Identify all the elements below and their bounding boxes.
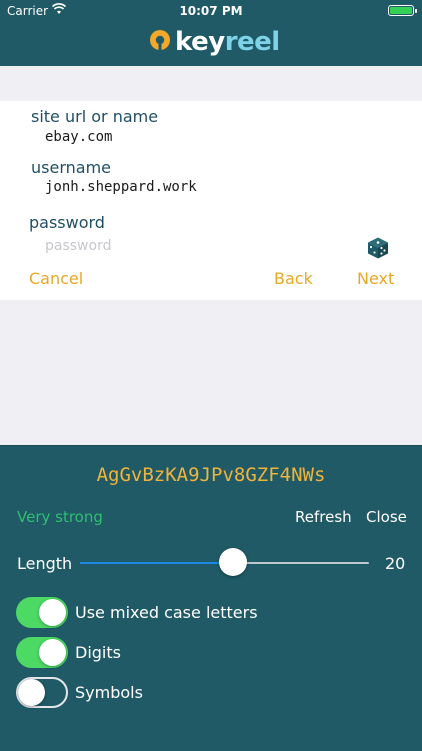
username-label: username [31, 158, 111, 177]
status-time: 10:07 PM [179, 4, 243, 18]
length-slider-fill [80, 562, 234, 564]
keyreel-logo: keyreel [148, 27, 280, 57]
password-generator-panel: AgGvBzKA9JPv8GZF4NWs Very strong Refresh… [0, 445, 422, 751]
refresh-button[interactable]: Refresh [295, 508, 352, 526]
password-input[interactable]: password [45, 238, 111, 254]
logo-wordmark: keyreel [175, 27, 280, 57]
login-form-card: site url or name ebay.com username jonh.… [0, 101, 422, 300]
next-button[interactable]: Next [357, 269, 394, 288]
mixed-case-label: Use mixed case letters [75, 603, 258, 622]
battery-icon [388, 5, 417, 16]
status-bar: Carrier 10:07 PM [0, 0, 422, 22]
app-header: Carrier 10:07 PM keyreel [0, 0, 422, 66]
digits-label: Digits [75, 643, 121, 662]
length-value: 20 [385, 554, 406, 573]
length-label: Length [17, 554, 73, 573]
close-button[interactable]: Close [366, 508, 407, 526]
key-logo-icon [150, 30, 170, 54]
dice-icon[interactable] [366, 236, 390, 260]
cancel-button[interactable]: Cancel [29, 269, 83, 288]
mixed-case-toggle[interactable] [16, 597, 68, 628]
length-slider-thumb[interactable] [219, 548, 248, 576]
generated-password: AgGvBzKA9JPv8GZF4NWs [96, 464, 326, 486]
site-input[interactable]: ebay.com [45, 129, 112, 145]
username-input[interactable]: jonh.sheppard.work [45, 179, 197, 195]
password-label: password [29, 213, 105, 232]
symbols-toggle[interactable] [16, 677, 68, 708]
digits-toggle[interactable] [16, 637, 68, 668]
symbols-label: Symbols [75, 683, 143, 702]
strength-label: Very strong [17, 508, 103, 526]
back-button[interactable]: Back [274, 269, 313, 288]
site-label: site url or name [31, 107, 159, 126]
